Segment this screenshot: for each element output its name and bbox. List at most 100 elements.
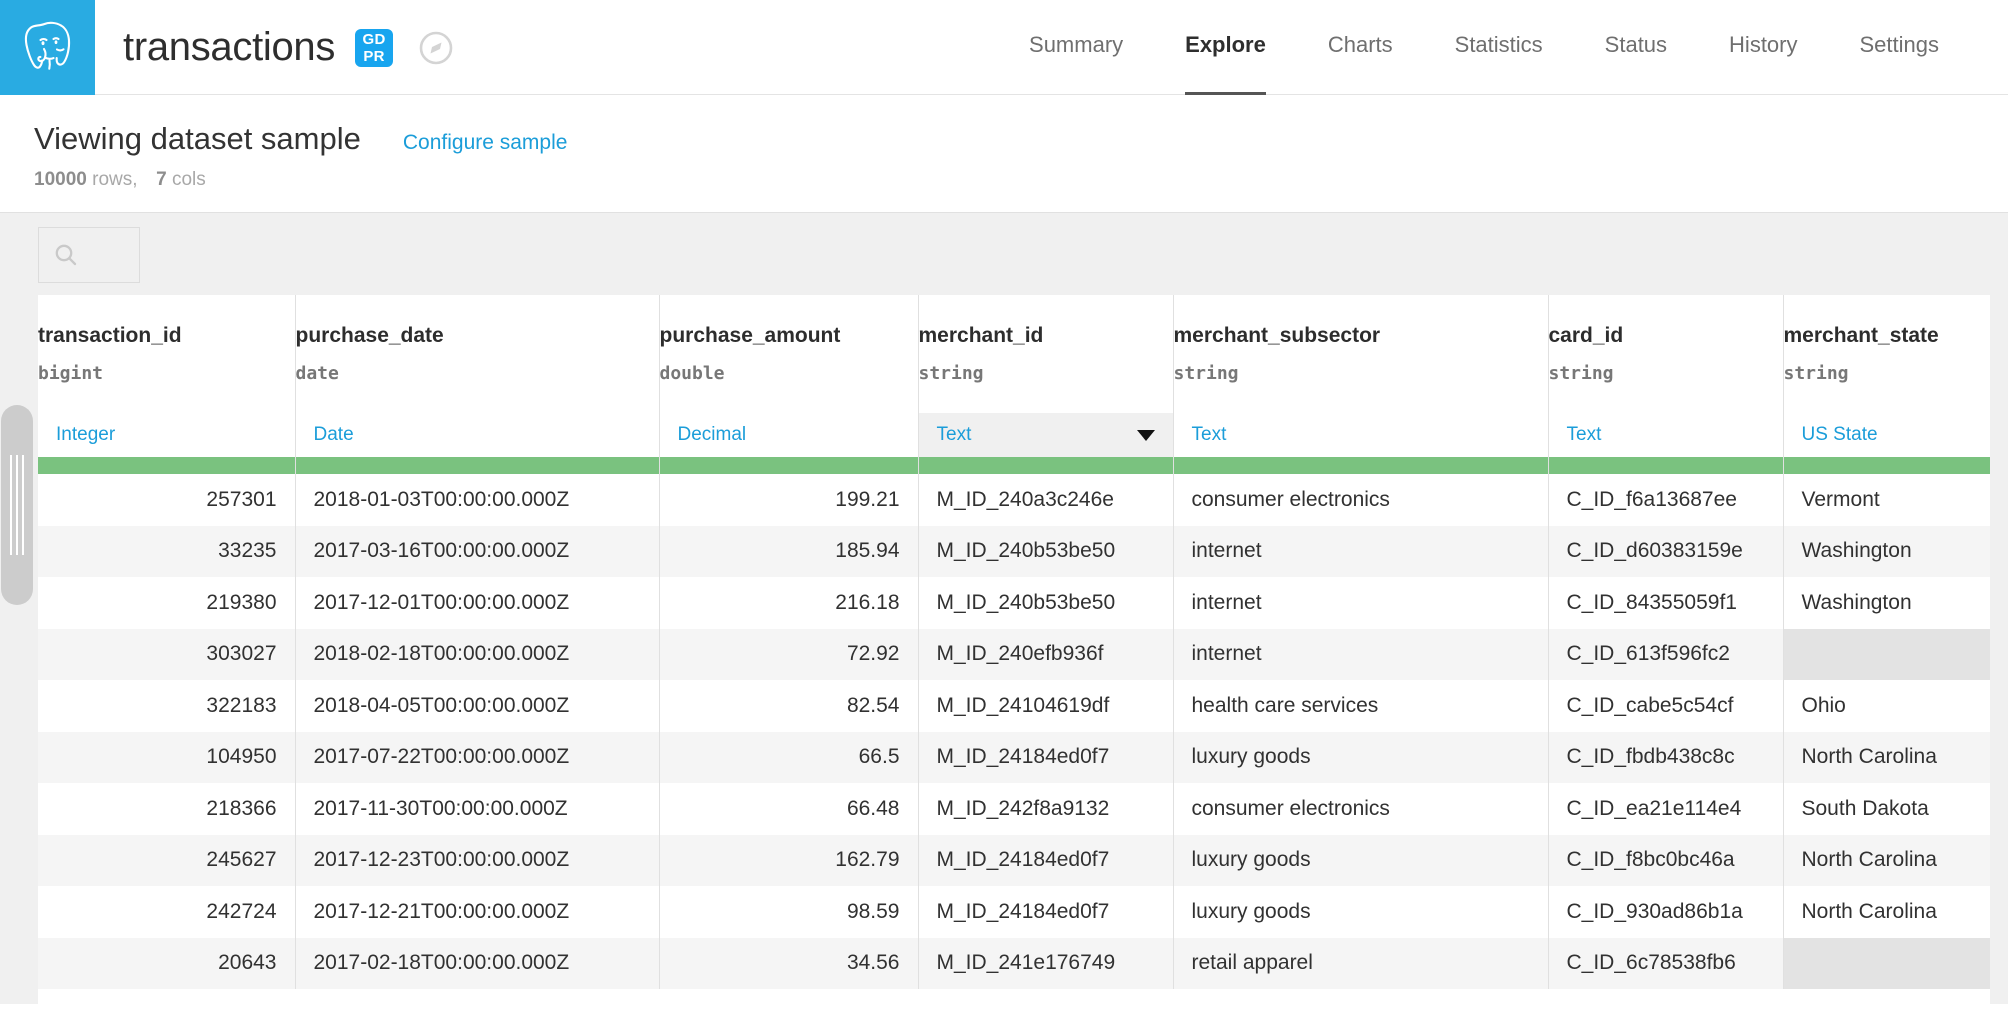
cell-purchase_date: 2017-12-23T00:00:00.000Z	[295, 835, 659, 887]
semantic-type-label: Text	[1192, 424, 1227, 446]
cell-merchant_id: M_ID_241e176749	[918, 938, 1173, 990]
table-toolbar	[0, 213, 2008, 295]
semantic-type-cell-merchant_id: Text	[918, 413, 1173, 457]
cell-transaction_id: 245627	[38, 835, 295, 887]
cell-purchase_amount: 66.48	[659, 783, 918, 835]
table-row[interactable]: 2573012018-01-03T00:00:00.000Z199.21M_ID…	[38, 474, 2008, 526]
tab-statistics[interactable]: Statistics	[1455, 0, 1543, 95]
cell-transaction_id: 218366	[38, 783, 295, 835]
table-row[interactable]: 206432017-02-18T00:00:00.000Z34.56M_ID_2…	[38, 938, 2008, 990]
semantic-type-row: Integer Date Decimal Text Text Text US State	[38, 413, 2008, 457]
cell-transaction_id: 257301	[38, 474, 295, 526]
semantic-type-dropdown-purchase_date[interactable]: Date	[296, 413, 659, 457]
semantic-type-dropdown-card_id[interactable]: Text	[1549, 413, 1783, 457]
dataset-title-group: transactions GD PR	[95, 0, 453, 94]
semantic-type-dropdown-merchant_subsector[interactable]: Text	[1174, 413, 1548, 457]
completeness-bar-merchant_subsector	[1173, 457, 1548, 474]
cell-merchant_subsector: internet	[1173, 526, 1548, 578]
compass-icon[interactable]	[419, 31, 453, 65]
tab-settings[interactable]: Settings	[1860, 0, 1940, 95]
cell-transaction_id: 242724	[38, 886, 295, 938]
semantic-type-cell-purchase_date: Date	[295, 413, 659, 457]
column-header-merchant_subsector[interactable]: merchant_subsectorstring	[1173, 295, 1548, 413]
column-name: transaction_id	[38, 324, 295, 348]
gdpr-badge: GD PR	[355, 29, 393, 67]
table-row[interactable]: 2456272017-12-23T00:00:00.000Z162.79M_ID…	[38, 835, 2008, 887]
table-row[interactable]: 1049502017-07-22T00:00:00.000Z66.5M_ID_2…	[38, 732, 2008, 784]
main-nav: Summary Explore Charts Statistics Status…	[998, 0, 2008, 95]
tab-explore[interactable]: Explore	[1185, 0, 1266, 95]
cell-purchase_amount: 72.92	[659, 629, 918, 681]
cell-merchant_state: North Carolina	[1783, 835, 2008, 887]
cell-purchase_amount: 66.5	[659, 732, 918, 784]
table-row[interactable]: 332352017-03-16T00:00:00.000Z185.94M_ID_…	[38, 526, 2008, 578]
chevron-down-icon[interactable]	[1137, 430, 1155, 441]
column-header-transaction_id[interactable]: transaction_idbigint	[38, 295, 295, 413]
column-header-card_id[interactable]: card_idstring	[1548, 295, 1783, 413]
semantic-type-cell-transaction_id: Integer	[38, 413, 295, 457]
configure-sample-link[interactable]: Configure sample	[403, 131, 568, 155]
semantic-type-label: Text	[1567, 424, 1602, 446]
cell-merchant_subsector: health care services	[1173, 680, 1548, 732]
table-right-gutter	[1990, 295, 2008, 1004]
cell-merchant_state: Washington	[1783, 526, 2008, 578]
cell-merchant_id: M_ID_24184ed0f7	[918, 886, 1173, 938]
cell-merchant_state: South Dakota	[1783, 783, 2008, 835]
cell-card_id: C_ID_6c78538fb6	[1548, 938, 1783, 990]
cell-purchase_date: 2017-12-21T00:00:00.000Z	[295, 886, 659, 938]
column-name: merchant_subsector	[1174, 324, 1548, 348]
cell-merchant_id: M_ID_24104619df	[918, 680, 1173, 732]
cell-card_id: C_ID_d60383159e	[1548, 526, 1783, 578]
cell-merchant_state: Ohio	[1783, 680, 2008, 732]
tab-summary[interactable]: Summary	[1029, 0, 1123, 95]
data-table-head: transaction_idbigintpurchase_datedatepur…	[38, 295, 2008, 474]
view-title: Viewing dataset sample	[34, 121, 361, 157]
cell-merchant_state: North Carolina	[1783, 732, 2008, 784]
vertical-scrollbar[interactable]	[0, 295, 38, 1004]
cell-purchase_date: 2017-03-16T00:00:00.000Z	[295, 526, 659, 578]
dataset-counts: 10000 rows, 7 cols	[34, 169, 2008, 191]
search-input[interactable]	[38, 227, 140, 283]
tab-charts[interactable]: Charts	[1328, 0, 1393, 95]
cell-card_id: C_ID_f6a13687ee	[1548, 474, 1783, 526]
semantic-type-dropdown-transaction_id[interactable]: Integer	[38, 413, 295, 457]
data-table-region: transaction_idbigintpurchase_datedatepur…	[0, 295, 2008, 1004]
column-header-merchant_state[interactable]: merchant_statestring	[1783, 295, 2008, 413]
table-row[interactable]: 2193802017-12-01T00:00:00.000Z216.18M_ID…	[38, 577, 2008, 629]
tab-status[interactable]: Status	[1605, 0, 1667, 95]
column-raw-type: double	[660, 363, 918, 384]
cell-purchase_amount: 216.18	[659, 577, 918, 629]
cell-merchant_state	[1783, 629, 2008, 681]
table-row[interactable]: 2183662017-11-30T00:00:00.000Z66.48M_ID_…	[38, 783, 2008, 835]
semantic-type-label: Date	[314, 424, 354, 446]
completeness-bar-purchase_date	[295, 457, 659, 474]
vertical-scrollbar-thumb[interactable]	[1, 405, 33, 605]
cell-transaction_id: 33235	[38, 526, 295, 578]
column-header-purchase_date[interactable]: purchase_datedate	[295, 295, 659, 413]
table-row[interactable]: 3030272018-02-18T00:00:00.000Z72.92M_ID_…	[38, 629, 2008, 681]
postgresql-elephant-icon	[0, 0, 95, 95]
semantic-type-dropdown-merchant_state[interactable]: US State	[1784, 413, 2008, 457]
completeness-bar-transaction_id	[38, 457, 295, 474]
semantic-type-dropdown-purchase_amount[interactable]: Decimal	[660, 413, 918, 457]
cell-merchant_state: Washington	[1783, 577, 2008, 629]
column-header-purchase_amount[interactable]: purchase_amountdouble	[659, 295, 918, 413]
completeness-bar-merchant_id	[918, 457, 1173, 474]
column-header-row: transaction_idbigintpurchase_datedatepur…	[38, 295, 2008, 413]
cell-merchant_state	[1783, 938, 2008, 990]
cell-merchant_subsector: consumer electronics	[1173, 474, 1548, 526]
cell-purchase_date: 2018-04-05T00:00:00.000Z	[295, 680, 659, 732]
table-row[interactable]: 2427242017-12-21T00:00:00.000Z98.59M_ID_…	[38, 886, 2008, 938]
tab-history[interactable]: History	[1729, 0, 1797, 95]
cell-transaction_id: 322183	[38, 680, 295, 732]
semantic-type-label: Text	[937, 424, 972, 446]
column-header-merchant_id[interactable]: merchant_idstring	[918, 295, 1173, 413]
semantic-type-dropdown-merchant_id[interactable]: Text	[919, 413, 1173, 457]
cell-merchant_subsector: internet	[1173, 577, 1548, 629]
table-row[interactable]: 3221832018-04-05T00:00:00.000Z82.54M_ID_…	[38, 680, 2008, 732]
cell-transaction_id: 219380	[38, 577, 295, 629]
cell-merchant_state: North Carolina	[1783, 886, 2008, 938]
column-raw-type: string	[919, 363, 1173, 384]
row-count: 10000	[34, 169, 87, 190]
sample-subheader: Viewing dataset sample Configure sample …	[0, 95, 2008, 213]
